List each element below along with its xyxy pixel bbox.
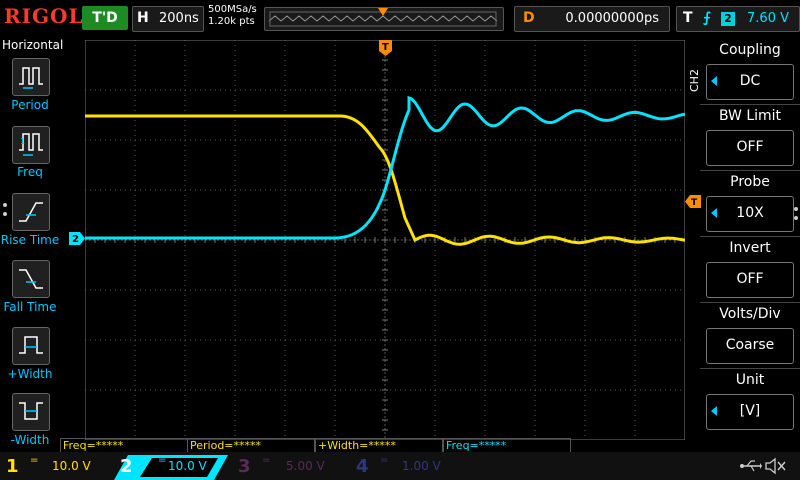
invert-select[interactable]: OFF <box>706 262 794 298</box>
measure-period-button[interactable] <box>12 58 50 96</box>
ch4-coupling: = <box>380 455 389 466</box>
rise-time-icon <box>19 202 43 222</box>
neg-width-label: -Width <box>10 433 50 447</box>
sample-rate: 500MSa/s <box>208 4 257 15</box>
ch2-scale: 10.0 V <box>168 459 207 473</box>
probe-title: Probe <box>730 174 770 190</box>
menu-divider <box>700 302 800 303</box>
ch2-coupling: = <box>158 455 167 466</box>
rising-edge-icon: ⨍ <box>703 10 711 26</box>
svg-text:T: T <box>382 42 389 53</box>
trigger-time-marker[interactable]: T <box>379 40 392 56</box>
bw-limit-select[interactable]: OFF <box>706 130 794 166</box>
left-menu-title: Horizontal <box>2 38 64 52</box>
probe-select[interactable]: 10X <box>706 196 794 232</box>
ch4-number: 4 <box>356 456 369 477</box>
ch1-number: 1 <box>6 456 19 477</box>
ch3-number: 3 <box>238 456 251 477</box>
period-icon <box>19 67 43 89</box>
measurement-item[interactable]: Freq=***** <box>60 438 188 452</box>
memory-depth: 1.20k pts <box>208 16 255 27</box>
bw-limit-value: OFF <box>736 139 764 155</box>
menu-divider <box>700 170 800 171</box>
trigger-settings[interactable]: T ⨍ 2 7.60 V <box>676 6 800 32</box>
ch3-coupling: = <box>262 455 271 466</box>
measure-freq-button[interactable]: 1 <box>12 126 50 164</box>
frequency-icon: 1 <box>19 133 43 156</box>
horizontal-label: H <box>137 10 149 26</box>
measure-pos-width-button[interactable] <box>12 327 50 365</box>
trigger-delay[interactable]: D 0.00000000ps <box>514 6 670 32</box>
invert-title: Invert <box>729 240 771 256</box>
coupling-select[interactable]: DC <box>706 64 794 100</box>
measurement-item[interactable]: Freq=***** <box>443 438 571 452</box>
delay-value: 0.00000000ps <box>565 11 659 26</box>
trigger-source: 2 <box>721 12 735 26</box>
measurement-item[interactable]: +Width=***** <box>315 438 443 452</box>
unit-select[interactable]: [V] <box>706 394 794 430</box>
ch1-coupling: = <box>30 455 39 466</box>
trigger-label: T <box>683 10 693 26</box>
volts-div-title: Volts/Div <box>719 306 781 322</box>
ch4-tab[interactable]: 4 = 1.00 V <box>352 455 464 479</box>
measure-rise-time-button[interactable] <box>12 193 50 231</box>
unit-title: Unit <box>735 372 765 388</box>
memory-overview-strip[interactable] <box>264 7 504 31</box>
menu-divider <box>700 104 800 105</box>
volts-div-select[interactable]: Coarse <box>706 328 794 364</box>
ch2-ground-marker[interactable]: 2 <box>69 232 85 245</box>
channel-menu-label: CH2 <box>688 69 701 92</box>
ch2-number: 2 <box>120 456 133 477</box>
bw-limit-title: BW Limit <box>718 108 782 124</box>
coupling-title: Coupling <box>719 42 781 58</box>
fall-time-label: Fall Time <box>3 300 57 314</box>
measure-neg-width-button[interactable] <box>12 393 50 431</box>
freq-label: Freq <box>17 165 43 179</box>
brand-logo: RIGOL <box>4 4 84 28</box>
measurement-item[interactable]: Period=***** <box>187 438 315 452</box>
coupling-value: DC <box>739 73 761 89</box>
ch1-scale: 10.0 V <box>52 459 91 473</box>
rise-time-label: Rise Time <box>0 233 60 247</box>
horizontal-timebase[interactable]: H 200ns <box>132 6 204 32</box>
sample-info: 500MSa/s 1.20k pts <box>208 4 257 28</box>
delay-label: D <box>523 10 535 26</box>
menu-page-dot <box>3 203 7 207</box>
probe-value: 10X <box>736 205 764 221</box>
ch1-tab[interactable]: 1 = 10.0 V <box>0 455 112 479</box>
trigger-level: 7.60 V <box>747 11 789 26</box>
period-label: Period <box>11 98 49 112</box>
menu-divider <box>700 236 800 237</box>
speaker-mute-icon[interactable] <box>764 456 788 476</box>
positive-width-icon <box>19 336 43 354</box>
unit-value: [V] <box>739 403 761 419</box>
fall-time-icon <box>19 269 43 289</box>
menu-divider <box>700 368 800 369</box>
menu-page-dot <box>794 207 798 211</box>
ch3-tab[interactable]: 3 = 5.00 V <box>232 455 344 479</box>
ch2-tab-active[interactable]: 2 = 10.0 V <box>114 455 228 480</box>
run-state-badge[interactable]: T'D <box>82 6 128 30</box>
timebase-value: 200ns <box>159 11 199 26</box>
measure-fall-time-button[interactable] <box>12 260 50 298</box>
usb-icon <box>740 460 762 472</box>
ch4-scale: 1.00 V <box>402 459 441 473</box>
pos-width-label: +Width <box>7 367 53 381</box>
invert-value: OFF <box>736 271 764 287</box>
waveform-display[interactable] <box>85 40 685 440</box>
ch3-scale: 5.00 V <box>286 459 325 473</box>
menu-page-dot <box>794 216 798 220</box>
svg-text:2: 2 <box>72 234 79 245</box>
svg-text:1: 1 <box>20 137 25 146</box>
trigger-position-marker-icon <box>378 8 388 16</box>
menu-page-dot <box>3 212 7 216</box>
volts-div-value: Coarse <box>725 337 775 353</box>
negative-width-icon <box>19 402 43 420</box>
